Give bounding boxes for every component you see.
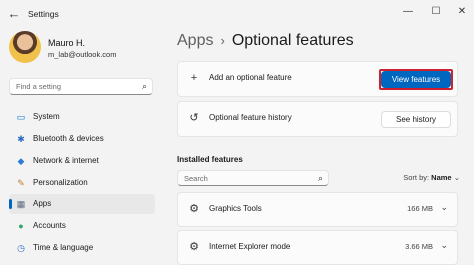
maximize-icon[interactable]: ☐ (426, 4, 446, 20)
search-placeholder: Find a setting (16, 82, 62, 91)
gear-icon: ⚙ (189, 241, 199, 253)
history-label: Optional feature history (209, 113, 292, 122)
search-icon: ⌕ (141, 81, 147, 91)
breadcrumb: Apps › Optional features (177, 32, 354, 50)
sort-dropdown[interactable]: Sort by: Name ⌄ (403, 173, 460, 182)
feature-row-graphics-tools[interactable]: ⚙ Graphics Tools 166 MB ⌄ (177, 192, 458, 227)
sidebar-item-system[interactable]: ▭ System (9, 107, 155, 127)
user-email: m_lab@outlook.com (48, 50, 117, 59)
breadcrumb-separator: › (220, 33, 225, 48)
sidebar-item-time-language[interactable]: ◷ Time & language (9, 238, 155, 258)
minimize-icon[interactable]: — (398, 4, 418, 20)
account-icon: ● (18, 221, 24, 231)
avatar[interactable] (9, 31, 41, 63)
back-arrow-icon[interactable]: ← (6, 6, 22, 22)
search-placeholder: Search (184, 174, 208, 183)
add-feature-card: + Add an optional feature View features (177, 61, 458, 97)
sidebar-item-label: Network & internet (33, 156, 99, 165)
network-icon: ◆ (17, 156, 25, 166)
title-bar: ← Settings — ☐ ✕ (0, 0, 474, 28)
apps-icon: ▦ (16, 199, 26, 209)
installed-search-input[interactable]: Search ⌕ (177, 170, 329, 186)
history-icon: ↺ (189, 112, 199, 124)
page-title: Optional features (231, 32, 354, 49)
sidebar-item-personalization[interactable]: ✎ Personalization (9, 173, 155, 193)
sidebar-item-accounts[interactable]: ● Accounts (9, 216, 155, 236)
sidebar-item-label: Apps (33, 199, 52, 208)
feature-history-card[interactable]: ↺ Optional feature history See history (177, 101, 458, 137)
see-history-button[interactable]: See history (381, 111, 451, 128)
feature-name: Internet Explorer mode (209, 242, 291, 251)
sidebar-item-label: Personalization (33, 178, 88, 187)
sort-value: Name (431, 173, 452, 182)
chevron-down-icon[interactable]: ⌄ (440, 202, 448, 213)
app-title: Settings (28, 9, 59, 19)
sidebar-item-bluetooth-devices[interactable]: ✱ Bluetooth & devices (9, 129, 155, 149)
sidebar-item-label: Time & language (33, 243, 94, 252)
sort-label: Sort by: (403, 173, 430, 182)
feature-name: Graphics Tools (209, 204, 262, 213)
installed-features-heading: Installed features (177, 155, 243, 164)
chevron-down-icon: ⌄ (453, 173, 460, 182)
sidebar-item-label: Accounts (33, 221, 66, 230)
sidebar-item-label: System (33, 112, 60, 121)
close-icon[interactable]: ✕ (452, 4, 472, 20)
gear-icon: ⚙ (189, 203, 199, 215)
active-indicator (9, 199, 12, 209)
feature-size: 166 MB (407, 204, 433, 213)
sidebar-item-label: Bluetooth & devices (33, 134, 104, 143)
brush-icon: ✎ (17, 178, 25, 188)
chevron-down-icon[interactable]: ⌄ (440, 240, 448, 251)
clock-icon: ◷ (17, 243, 25, 253)
breadcrumb-parent[interactable]: Apps (177, 32, 213, 49)
sidebar-item-apps[interactable]: ▦ Apps (9, 194, 155, 214)
system-icon: ▭ (16, 112, 26, 122)
bluetooth-icon: ✱ (17, 134, 25, 144)
add-icon: + (190, 72, 198, 84)
highlight-outline (379, 69, 453, 90)
search-icon: ⌕ (317, 173, 323, 183)
feature-size: 3.66 MB (405, 242, 433, 251)
feature-row-ie-mode[interactable]: ⚙ Internet Explorer mode 3.66 MB ⌄ (177, 230, 458, 265)
user-name: Mauro H. (48, 38, 86, 48)
sidebar-item-network-internet[interactable]: ◆ Network & internet (9, 151, 155, 171)
add-feature-label: Add an optional feature (209, 73, 292, 82)
find-setting-search[interactable]: Find a setting ⌕ (9, 78, 153, 95)
